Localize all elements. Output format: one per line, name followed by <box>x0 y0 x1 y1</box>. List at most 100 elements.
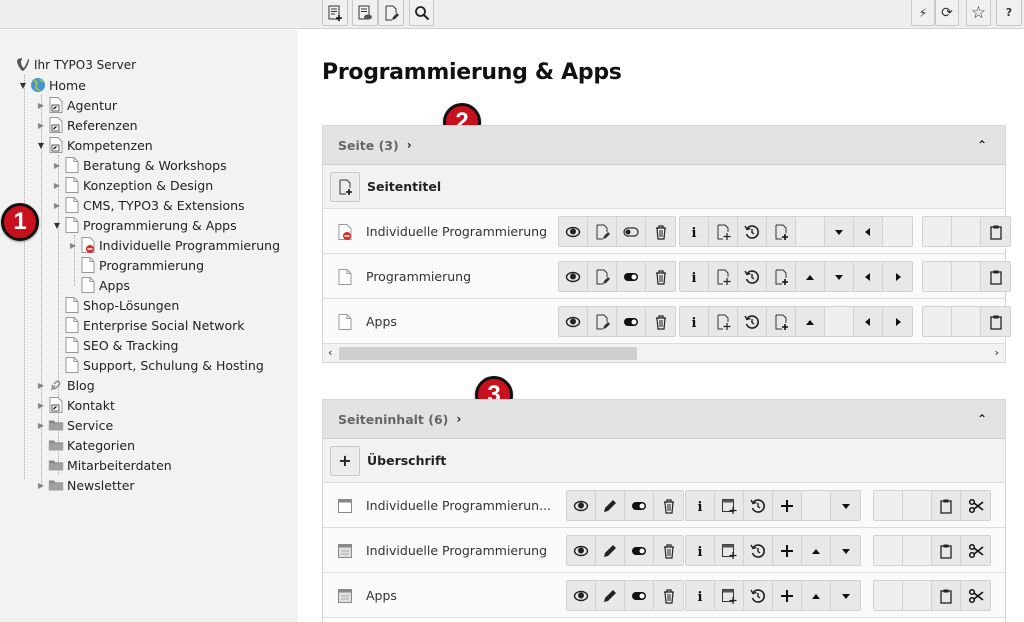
tree-node[interactable]: ▶ Blog <box>36 375 95 395</box>
tree-root[interactable]: Ihr TYPO3 Server <box>15 55 136 75</box>
move-up-button[interactable] <box>802 536 831 565</box>
tree-node[interactable]: ▼ Home <box>18 75 86 95</box>
tree-node[interactable]: Shop-Lösungen <box>52 295 179 315</box>
delete-button[interactable] <box>646 262 675 291</box>
page-row-title[interactable]: Programmierung <box>366 269 471 284</box>
expand-arrow-icon[interactable]: ▶ <box>52 200 62 210</box>
horizontal-scrollbar[interactable]: ‹ › <box>323 344 1005 362</box>
tree-node[interactable]: ▶ Individuelle Programmierung <box>68 235 280 255</box>
new-record-button[interactable] <box>322 0 348 26</box>
expand-arrow-icon[interactable]: ▶ <box>36 420 46 430</box>
cut-button[interactable] <box>961 581 990 610</box>
tree-node[interactable]: SEO & Tracking <box>52 335 178 355</box>
paste-button[interactable] <box>932 581 961 610</box>
delete-button[interactable] <box>654 491 683 520</box>
scroll-right-icon[interactable]: › <box>994 346 999 359</box>
new-content-button[interactable]: + <box>330 445 360 476</box>
help-button[interactable]: ? <box>996 0 1022 26</box>
expand-arrow-icon[interactable]: ▶ <box>52 180 62 190</box>
expand-arrow-icon[interactable]: ▶ <box>52 160 62 170</box>
expand-arrow-icon[interactable]: ▶ <box>68 240 78 250</box>
content-panel-header[interactable]: Seiteninhalt (6) › ⌃ <box>323 400 1005 439</box>
delete-button[interactable] <box>654 581 683 610</box>
toggle-visibility-button[interactable] <box>617 307 646 336</box>
move-down-button[interactable] <box>831 581 860 610</box>
move-right-button[interactable] <box>883 307 912 336</box>
flush-cache-button[interactable]: ⚡ <box>911 0 935 26</box>
view-button[interactable] <box>559 307 588 336</box>
new-page-button[interactable] <box>330 171 360 202</box>
cut-button[interactable] <box>961 536 990 565</box>
search-button[interactable] <box>409 0 434 26</box>
move-down-button[interactable] <box>825 217 854 246</box>
content-row-title[interactable]: Individuelle Programmierung <box>366 543 547 558</box>
history-button[interactable] <box>744 491 773 520</box>
tree-node[interactable]: ▶ Kontakt <box>36 395 115 415</box>
expand-arrow-icon[interactable]: ▶ <box>36 480 46 490</box>
move-button[interactable] <box>715 581 744 610</box>
history-button[interactable] <box>738 262 767 291</box>
view-button[interactable] <box>559 217 588 246</box>
history-button[interactable] <box>744 581 773 610</box>
toggle-visibility-button[interactable] <box>617 262 646 291</box>
page-row-title[interactable]: Individuelle Programmierung <box>366 224 547 239</box>
collapse-icon[interactable]: ⌃ <box>977 138 987 152</box>
collapse-icon[interactable]: ⌃ <box>977 412 987 426</box>
view-page-button[interactable] <box>352 0 378 26</box>
new-page-after-button[interactable] <box>767 262 796 291</box>
edit-button[interactable] <box>596 581 625 610</box>
history-button[interactable] <box>738 307 767 336</box>
info-button[interactable]: i <box>680 262 709 291</box>
tree-node[interactable]: Mitarbeiterdaten <box>36 455 172 475</box>
move-button[interactable] <box>715 536 744 565</box>
tree-node[interactable]: ▶ Konzeption & Design <box>52 175 213 195</box>
new-content-after-button[interactable] <box>773 491 802 520</box>
toggle-visibility-button[interactable] <box>617 217 646 246</box>
tree-node[interactable]: ▶ Service <box>36 415 113 435</box>
delete-button[interactable] <box>646 217 675 246</box>
content-row-title[interactable]: Apps <box>366 588 397 603</box>
paste-button[interactable] <box>981 307 1010 336</box>
move-down-button[interactable] <box>831 536 860 565</box>
new-content-after-button[interactable] <box>773 581 802 610</box>
scrollbar-thumb[interactable] <box>339 347 637 360</box>
info-button[interactable]: i <box>680 307 709 336</box>
history-button[interactable] <box>738 217 767 246</box>
info-button[interactable]: i <box>686 581 715 610</box>
bookmark-button[interactable]: ☆ <box>966 0 991 26</box>
expand-arrow-icon[interactable]: ▶ <box>36 120 46 130</box>
delete-button[interactable] <box>646 307 675 336</box>
move-left-button[interactable] <box>854 307 883 336</box>
paste-button[interactable] <box>981 262 1010 291</box>
scroll-left-icon[interactable]: ‹ <box>328 346 333 359</box>
move-button[interactable] <box>709 262 738 291</box>
view-button[interactable] <box>567 581 596 610</box>
move-down-button[interactable] <box>825 262 854 291</box>
tree-node[interactable]: Apps <box>68 275 130 295</box>
paste-button[interactable] <box>981 217 1010 246</box>
view-button[interactable] <box>567 536 596 565</box>
new-content-after-button[interactable] <box>773 536 802 565</box>
edit-button[interactable] <box>588 217 617 246</box>
move-left-button[interactable] <box>854 217 883 246</box>
view-button[interactable] <box>567 491 596 520</box>
move-up-button[interactable] <box>796 307 825 336</box>
move-up-button[interactable] <box>796 262 825 291</box>
collapse-arrow-icon[interactable]: ▼ <box>52 220 62 230</box>
toggle-visibility-button[interactable] <box>625 536 654 565</box>
tree-node[interactable]: Kategorien <box>36 435 135 455</box>
move-down-button[interactable] <box>831 491 860 520</box>
toggle-visibility-button[interactable] <box>625 581 654 610</box>
view-button[interactable] <box>559 262 588 291</box>
info-button[interactable]: i <box>686 491 715 520</box>
tree-node[interactable]: ▶ CMS, TYPO3 & Extensions <box>52 195 245 215</box>
toggle-visibility-button[interactable] <box>625 491 654 520</box>
move-button[interactable] <box>709 307 738 336</box>
content-row-title[interactable]: Individuelle Programmierun... <box>366 498 551 513</box>
paste-button[interactable] <box>932 491 961 520</box>
tree-node[interactable]: Enterprise Social Network <box>52 315 245 335</box>
expand-arrow-icon[interactable]: ▶ <box>36 100 46 110</box>
expand-arrow-icon[interactable]: ▶ <box>36 380 46 390</box>
move-right-button[interactable] <box>883 262 912 291</box>
move-left-button[interactable] <box>854 262 883 291</box>
